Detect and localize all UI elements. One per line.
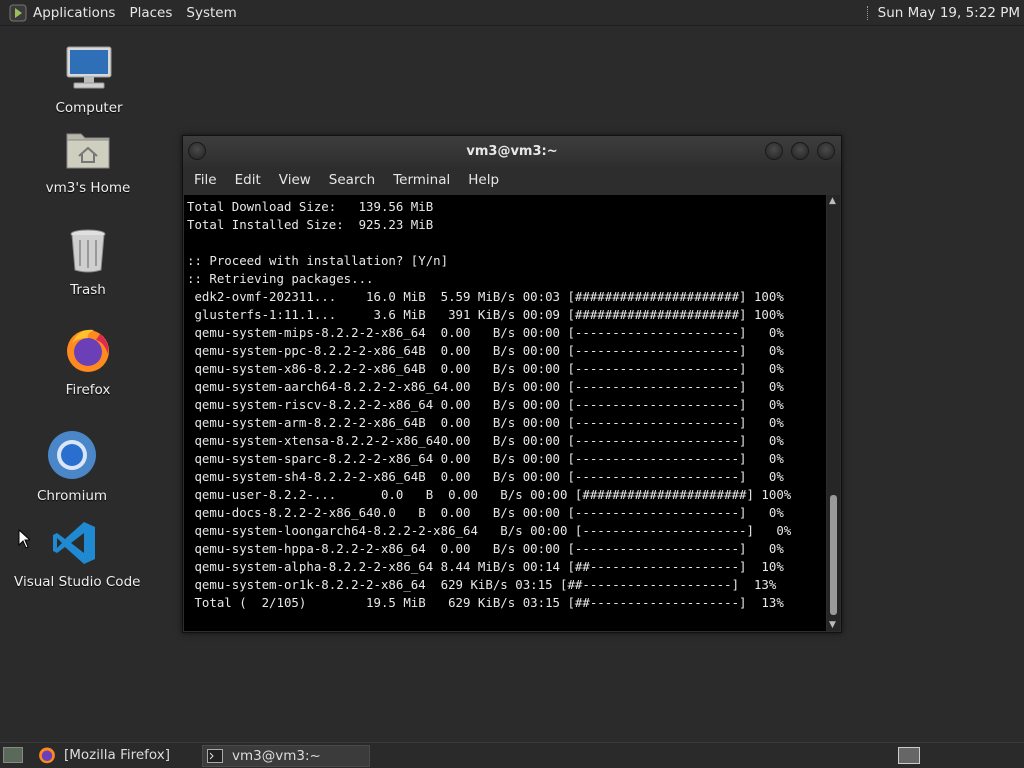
maximize-button[interactable] [791,142,809,160]
terminal-line: qemu-system-or1k-8.2.2-2-x86_64 629 KiB/… [187,577,777,592]
terminal-line: qemu-system-mips-8.2.2-2-x86_64 0.00 B/s… [187,325,784,340]
terminal-line: Total ( 2/105) 19.5 MiB 629 KiB/s 03:15 … [187,595,784,610]
terminal-line: qemu-system-aarch64-8.2.2-2-x86_64.00 B/… [187,379,784,394]
window-titlebar[interactable]: vm3@vm3:~ [183,136,841,166]
bottom-panel: [Mozilla Firefox] vm3@vm3:~ [0,742,1024,768]
terminal-line: glusterfs-1:11.1... 3.6 MiB 391 KiB/s 00… [187,307,784,322]
terminal-line: qemu-docs-8.2.2-2-x86_640.0 B 0.00 B/s 0… [187,505,784,520]
terminal-line: qemu-system-xtensa-8.2.2-2-x86_640.00 B/… [187,433,784,448]
terminal-line: qemu-system-alpha-8.2.2-2-x86_64 8.44 Mi… [187,559,784,574]
desktop-icon-label: Visual Studio Code [14,574,141,590]
terminal-window[interactable]: vm3@vm3:~ File Edit View Search Terminal… [182,135,842,633]
menu-edit[interactable]: Edit [235,172,261,188]
terminal-line: :: Proceed with installation? [Y/n] [187,253,449,268]
chromium-icon [48,431,96,479]
workspace-switcher[interactable] [898,747,920,764]
desktop-icon-computer[interactable]: Computer [48,44,130,116]
show-desktop-icon[interactable] [3,747,23,763]
scroll-up-arrow-icon[interactable]: ▲ [829,196,836,206]
terminal-line: edk2-ovmf-202311... 16.0 MiB 5.59 MiB/s … [187,289,784,304]
terminal-line: qemu-system-hppa-8.2.2-2-x86_64 0.00 B/s… [187,541,784,556]
desktop-icon-home[interactable]: vm3's Home [40,128,136,196]
menu-view[interactable]: View [279,172,311,188]
menu-applications[interactable]: Applications [33,5,115,21]
desktop-icon-chromium[interactable]: Chromium [34,430,110,504]
terminal-scrollbar[interactable]: ▲ ▼ [827,195,840,631]
terminal-menubar: File Edit View Search Terminal Help [183,166,841,194]
terminal-output[interactable]: Total Download Size: 139.56 MiB Total Ins… [184,195,826,631]
firefox-icon [39,747,55,764]
top-panel: Applications Places System Sun May 19, 5… [0,0,1024,26]
terminal-line: qemu-system-ppc-8.2.2-2-x86_64B 0.00 B/s… [187,343,784,358]
scroll-down-arrow-icon[interactable]: ▼ [829,620,836,630]
distro-logo-icon[interactable] [9,4,27,22]
clock[interactable]: Sun May 19, 5:22 PM [878,5,1020,21]
terminal-text: Total Download Size: 139.56 MiB Total Ins… [184,195,826,612]
terminal-line: qemu-system-loongarch64-8.2.2-2-x86_64 B… [187,523,792,538]
panel-separator [866,5,870,20]
desktop-icon-label: Trash [70,282,106,298]
menu-search[interactable]: Search [329,172,375,188]
terminal-icon [207,749,223,763]
taskbar-item-label: vm3@vm3:~ [232,748,321,764]
scrollbar-thumb[interactable] [830,495,837,615]
trash-icon [70,229,106,273]
window-title: vm3@vm3:~ [466,144,558,159]
desktop-icon-label: vm3's Home [45,180,131,196]
menu-help[interactable]: Help [468,172,499,188]
menu-places[interactable]: Places [129,5,172,21]
taskbar-item-label: [Mozilla Firefox] [64,747,171,763]
desktop-icon-label: Computer [55,100,123,116]
menu-file[interactable]: File [194,172,217,188]
vscode-icon [53,522,95,564]
firefox-icon [67,329,109,372]
terminal-line: qemu-user-8.2.2-... 0.0 B 0.00 B/s 00:00… [187,487,792,502]
terminal-line: Total Download Size: 139.56 MiB [187,199,434,214]
desktop-icon-trash[interactable]: Trash [50,228,126,298]
close-button[interactable] [817,142,835,160]
desktop-icon-label: Firefox [65,382,111,398]
menu-terminal[interactable]: Terminal [393,172,450,188]
terminal-line: :: Retrieving packages... [187,271,374,286]
terminal-line: qemu-system-riscv-8.2.2-2-x86_64 0.00 B/… [187,397,784,412]
taskbar-item-terminal[interactable]: vm3@vm3:~ [202,745,370,767]
taskbar-item-firefox[interactable]: [Mozilla Firefox] [34,745,196,765]
terminal-line: qemu-system-arm-8.2.2-2-x86_64B 0.00 B/s… [187,415,784,430]
terminal-line: qemu-system-sh4-8.2.2-2-x86_64B 0.00 B/s… [187,469,784,484]
desktop-icon-label: Chromium [36,488,108,504]
terminal-line: Total Installed Size: 925.23 MiB [187,217,434,232]
desktop-icon-firefox[interactable]: Firefox [50,326,126,398]
terminal-line: qemu-system-sparc-8.2.2-2-x86_64 0.00 B/… [187,451,784,466]
menu-system[interactable]: System [186,5,236,21]
terminal-line: qemu-system-x86-8.2.2-2-x86_64B 0.00 B/s… [187,361,784,376]
computer-icon [66,46,112,89]
home-folder-icon [66,133,110,169]
mouse-cursor-icon [18,529,30,549]
desktop-icon-vscode[interactable]: Visual Studio Code [14,520,141,590]
minimize-button[interactable] [765,142,783,160]
